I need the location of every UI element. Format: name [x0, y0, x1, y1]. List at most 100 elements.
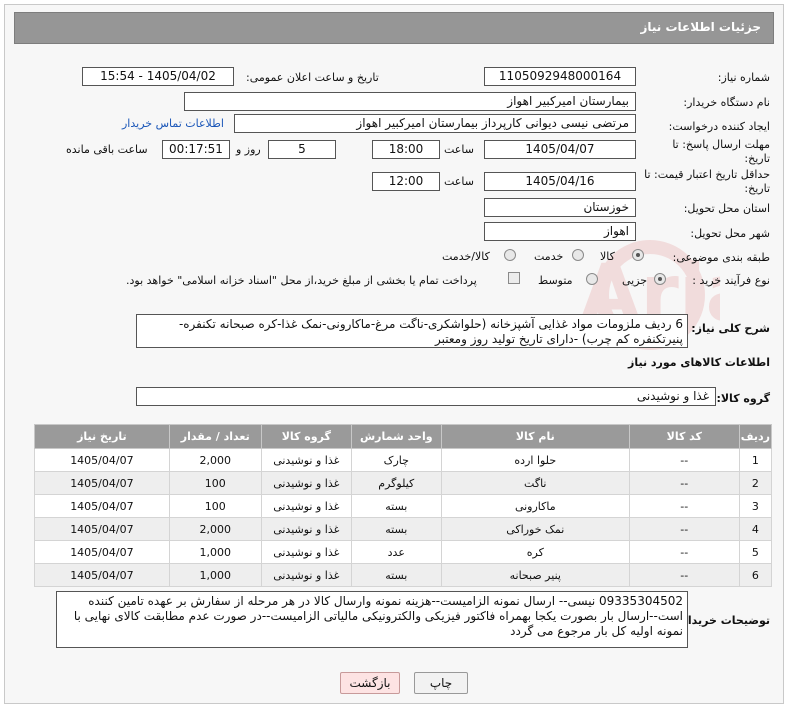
- contact-buyer-link[interactable]: اطلاعات تماس خریدار: [122, 117, 224, 130]
- city-label: شهر محل تحویل:: [690, 227, 770, 240]
- cell-name: ناگت: [440, 471, 630, 495]
- table-row: 6 -- پنیر صبحانه بسته غذا و نوشیدنی 1,00…: [34, 563, 773, 587]
- remaining-time-field: 00:17:51: [162, 140, 230, 159]
- category-radio-service[interactable]: [572, 249, 584, 261]
- summary-label: شرح کلی نیاز:: [691, 322, 770, 335]
- cell-qty: 1,000: [168, 540, 262, 564]
- cell-group: غذا و نوشیدنی: [260, 471, 352, 495]
- cell-row: 2: [738, 471, 773, 495]
- requester-label: ایجاد کننده درخواست:: [668, 120, 770, 133]
- cell-code: --: [628, 517, 740, 541]
- requester-field: مرتضی نیسی دیوانی کارپرداز بیمارستان امی…: [234, 114, 636, 133]
- cell-name: نمک خوراکی: [440, 517, 630, 541]
- goods-group-field: غذا و نوشیدنی: [136, 387, 716, 406]
- col-name: نام کالا: [440, 424, 630, 449]
- need-number-field: 1105092948000164: [484, 67, 636, 86]
- city-field: اهواز: [484, 222, 636, 241]
- cell-group: غذا و نوشیدنی: [260, 563, 352, 587]
- cell-qty: 2,000: [168, 448, 262, 472]
- province-field: خوزستان: [484, 198, 636, 217]
- cell-date: 1405/04/07: [34, 494, 170, 518]
- col-date: تاریخ نیاز: [34, 424, 170, 449]
- cell-code: --: [628, 563, 740, 587]
- cell-unit: عدد: [350, 540, 442, 564]
- cell-code: --: [628, 471, 740, 495]
- payment-note: پرداخت تمام یا بخشی از مبلغ خرید،از محل …: [126, 274, 477, 287]
- cell-qty: 100: [168, 471, 262, 495]
- goods-info-title: اطلاعات کالاهای مورد نیاز: [628, 356, 770, 369]
- cell-qty: 2,000: [168, 517, 262, 541]
- payment-checkbox[interactable]: [508, 272, 520, 284]
- cell-unit: چارک: [350, 448, 442, 472]
- category-option-goods: کالا: [600, 250, 615, 263]
- category-radio-goods[interactable]: [632, 249, 644, 261]
- cell-unit: بسته: [350, 517, 442, 541]
- category-label: طبقه بندی موضوعی:: [672, 251, 770, 264]
- cell-unit: بسته: [350, 494, 442, 518]
- days-label: روز و: [236, 143, 261, 156]
- cell-date: 1405/04/07: [34, 540, 170, 564]
- table-row: 3 -- ماکارونی بسته غذا و نوشیدنی 100 140…: [34, 494, 773, 518]
- validity-time-field: 12:00: [372, 172, 440, 191]
- need-number-label: شماره نیاز:: [717, 71, 770, 84]
- validity-label: حداقل تاریخ اعتبار قیمت: تا تاریخ:: [644, 168, 770, 195]
- announce-field: 1405/04/02 - 15:54: [82, 67, 234, 86]
- process-radio-medium[interactable]: [586, 273, 598, 285]
- process-option-minor: جزیی: [622, 274, 648, 287]
- validity-date-field: 1405/04/16: [484, 172, 636, 191]
- send-deadline-label: مهلت ارسال پاسخ: تا تاریخ:: [672, 138, 770, 165]
- cell-group: غذا و نوشیدنی: [260, 540, 352, 564]
- cell-date: 1405/04/07: [34, 563, 170, 587]
- cell-group: غذا و نوشیدنی: [260, 517, 352, 541]
- category-option-service: خدمت: [534, 250, 564, 263]
- goods-table: ردیف کد کالا نام کالا واحد شمارش گروه کا…: [34, 424, 773, 587]
- send-date-field: 1405/04/07: [484, 140, 636, 159]
- cell-date: 1405/04/07: [34, 517, 170, 541]
- summary-field: 6 ردیف ملزومات مواد غذایی آشپزخانه (حلوا…: [136, 314, 688, 348]
- process-label: نوع فرآیند خرید :: [692, 274, 770, 287]
- cell-row: 5: [738, 540, 773, 564]
- cell-name: پنیر صبحانه: [440, 563, 630, 587]
- cell-date: 1405/04/07: [34, 471, 170, 495]
- table-row: 1 -- حلوا ارده چارک غذا و نوشیدنی 2,000 …: [34, 448, 773, 472]
- col-row: ردیف: [738, 424, 773, 449]
- cell-name: ماکارونی: [440, 494, 630, 518]
- col-group: گروه کالا: [260, 424, 352, 449]
- page-title: جزئیات اطلاعات نیاز: [640, 20, 761, 34]
- cell-qty: 100: [168, 494, 262, 518]
- process-radio-minor[interactable]: [654, 273, 666, 285]
- table-row: 4 -- نمک خوراکی بسته غذا و نوشیدنی 2,000…: [34, 517, 773, 541]
- cell-unit: کیلوگرم: [350, 471, 442, 495]
- buyer-notes-field: 09335304502 نیسی-- ارسال نمونه الزامیست-…: [56, 591, 688, 648]
- table-row: 5 -- کره عدد غذا و نوشیدنی 1,000 1405/04…: [34, 540, 773, 564]
- category-option-goods-service: کالا/خدمت: [442, 250, 490, 263]
- cell-qty: 1,000: [168, 563, 262, 587]
- buyer-notes-label: توضیحات خریدار:: [677, 614, 770, 627]
- announce-label: تاریخ و ساعت اعلان عمومی:: [246, 71, 379, 84]
- table-header-row: ردیف کد کالا نام کالا واحد شمارش گروه کا…: [34, 424, 773, 449]
- buyer-org-field: بیمارستان امیرکبیر اهواز: [184, 92, 636, 111]
- cell-code: --: [628, 540, 740, 564]
- page-header: جزئیات اطلاعات نیاز: [14, 12, 774, 44]
- send-time-field: 18:00: [372, 140, 440, 159]
- col-code: کد کالا: [628, 424, 740, 449]
- cell-row: 3: [738, 494, 773, 518]
- print-button[interactable]: چاپ: [414, 672, 468, 694]
- province-label: استان محل تحویل:: [683, 202, 770, 215]
- col-unit: واحد شمارش: [350, 424, 442, 449]
- category-radio-goods-service[interactable]: [504, 249, 516, 261]
- cell-date: 1405/04/07: [34, 448, 170, 472]
- days-field: 5: [268, 140, 336, 159]
- cell-name: حلوا ارده: [440, 448, 630, 472]
- buyer-org-label: نام دستگاه خریدار:: [683, 96, 770, 109]
- cell-row: 1: [738, 448, 773, 472]
- goods-group-label: گروه کالا:: [716, 392, 770, 405]
- cell-code: --: [628, 494, 740, 518]
- send-time-label: ساعت: [444, 143, 474, 156]
- col-qty: تعداد / مقدار: [168, 424, 262, 449]
- cell-code: --: [628, 448, 740, 472]
- back-button[interactable]: بازگشت: [340, 672, 400, 694]
- cell-unit: بسته: [350, 563, 442, 587]
- cell-name: کره: [440, 540, 630, 564]
- cell-group: غذا و نوشیدنی: [260, 448, 352, 472]
